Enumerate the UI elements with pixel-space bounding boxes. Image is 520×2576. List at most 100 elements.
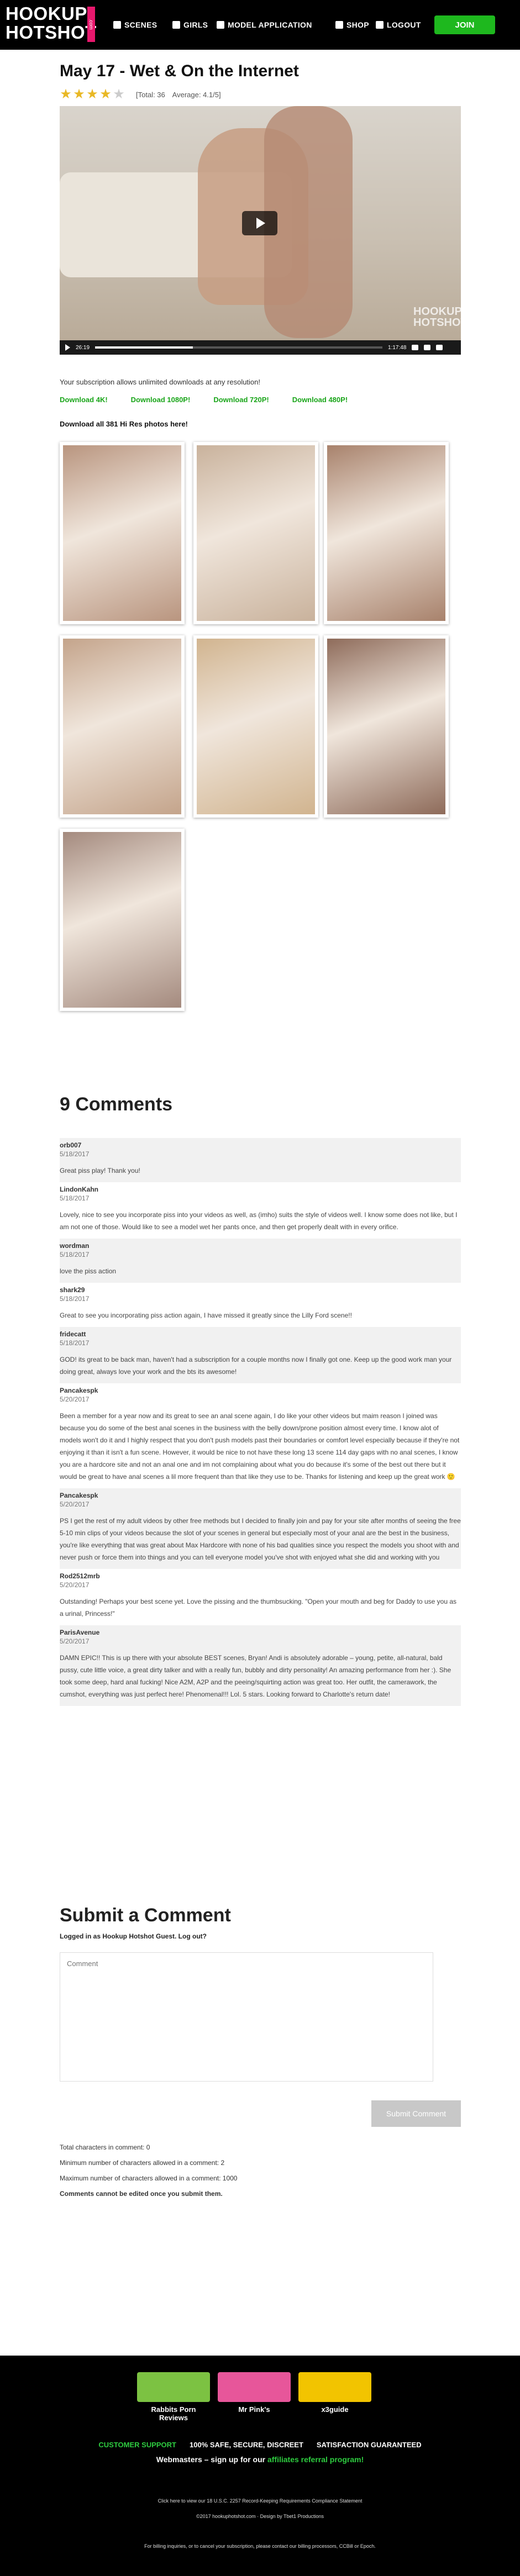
compliance-link[interactable]: Click here to view our 18 U.S.C. 2257 Re…	[0, 2498, 520, 2504]
comment-text: Lovely, nice to see you incorporate piss…	[60, 1211, 458, 1231]
comment-text: Been a member for a year now and its gre…	[60, 1412, 460, 1481]
nav-girls[interactable]: GIRLS	[172, 19, 208, 31]
join-button-label: JOIN	[455, 20, 475, 30]
gallery-photo[interactable]	[193, 442, 318, 624]
partner-badges: Rabbits Porn Reviews Mr Pink's x3guide	[137, 2372, 379, 2422]
comment-item: wordman 5/18/2017 love the piss action	[60, 1239, 461, 1283]
comments-title: 9 Comments	[60, 1094, 173, 1115]
fullscreen-icon[interactable]	[436, 345, 443, 350]
rating-average: Average: 4.1/5]	[172, 90, 221, 99]
affiliates-link[interactable]: affiliates referral program!	[267, 2455, 364, 2464]
video-watermark-line-1: HOOKUP	[413, 305, 461, 318]
submit-comment-title: Submit a Comment	[60, 1905, 231, 1926]
join-button[interactable]: JOIN	[434, 15, 495, 34]
gallery-photo[interactable]	[193, 635, 318, 818]
comment-date: 5/20/2017	[60, 1395, 90, 1403]
gallery-photo[interactable]	[60, 829, 185, 1011]
rating-summary: [Total: 36 Average: 4.1/5]	[136, 91, 227, 99]
logged-in-note[interactable]: Logged in as Hookup Hotshot Guest. Log o…	[60, 1932, 207, 1940]
download-photos-link[interactable]: Download all 381 Hi Res photos here!	[60, 420, 188, 428]
rating-total: [Total: 36	[136, 90, 165, 99]
customer-support-link[interactable]: CUSTOMER SUPPORT	[98, 2441, 176, 2449]
gallery-photo[interactable]	[60, 442, 185, 624]
rating-stars[interactable]: ★ ★ ★ ★ ★	[60, 88, 126, 101]
nav-shop-label: SHOP	[346, 20, 369, 29]
nav-scenes[interactable]: SCENES	[113, 19, 157, 31]
nav-scenes-label: SCENES	[124, 20, 157, 29]
comment-item: shark29 5/18/2017 Great to see you incorpo…	[60, 1283, 461, 1327]
video-player[interactable]: HOOKUP HOTSHOT 26:19 1:17:48	[60, 106, 461, 355]
trust-line: CUSTOMER SUPPORT 100% SAFE, SECURE, DISC…	[0, 2441, 520, 2449]
star-icon[interactable]: ★	[113, 88, 125, 101]
settings-icon[interactable]	[424, 345, 431, 350]
photo-image	[63, 832, 181, 1008]
submit-comment-button[interactable]: Submit Comment	[371, 2100, 461, 2127]
star-icon[interactable]: ★	[86, 88, 98, 101]
logo-dotcom: .com	[87, 7, 95, 42]
comment-date: 5/18/2017	[60, 1339, 90, 1347]
play-overlay-button[interactable]	[242, 211, 277, 235]
comment-rules: Total characters in comment: 0 Minimum n…	[60, 2143, 237, 2205]
gallery-photo[interactable]	[324, 442, 449, 624]
site-logo[interactable]: HOOKUP HOTSHOT .com	[6, 3, 96, 45]
partner-badge[interactable]: Rabbits Porn Reviews	[137, 2372, 210, 2422]
nav-logout[interactable]: LOGOUT	[376, 19, 421, 31]
download-1080p-link[interactable]: Download 1080P!	[131, 396, 191, 404]
footer: Rabbits Porn Reviews Mr Pink's x3guide CUS…	[0, 2356, 520, 2576]
star-icon[interactable]: ★	[99, 88, 112, 101]
star-icon[interactable]: ★	[60, 88, 72, 101]
volume-icon[interactable]	[412, 345, 419, 350]
comment-author: shark29	[60, 1286, 85, 1294]
comment-item: ParisAvenue 5/20/2017 DAMN EPIC!! This is …	[60, 1625, 461, 1706]
comment-author: Pancakespk	[60, 1492, 98, 1499]
download-480p-link[interactable]: Download 480P!	[292, 396, 348, 404]
star-rating[interactable]: ★ ★ ★ ★ ★ [Total: 36 Average: 4.1/5]	[60, 88, 227, 101]
partner-logo	[137, 2372, 210, 2402]
gallery-photo[interactable]	[60, 635, 185, 818]
logout-icon	[376, 21, 384, 29]
partner-label: x3guide	[321, 2405, 349, 2414]
comment-item: orb007 5/18/2017 Great piss play! Thank yo…	[60, 1138, 461, 1182]
film-icon	[113, 21, 121, 29]
comment-text: Outstanding! Perhaps your best scene yet…	[60, 1598, 457, 1618]
comment-textarea[interactable]	[60, 1952, 433, 2082]
logo-line-1: HOOKUP	[6, 3, 87, 24]
comment-date: 5/18/2017	[60, 1251, 90, 1258]
photo-image	[63, 639, 181, 814]
comment-item: LindonKahn 5/18/2017 Lovely, nice to see y…	[60, 1182, 461, 1239]
satisfaction-label: SATISFACTION GUARANTEED	[316, 2441, 422, 2449]
nav-shop[interactable]: SHOP	[335, 19, 369, 31]
video-frame-figure-2	[264, 106, 353, 338]
camera-icon	[217, 21, 224, 29]
progress-bar[interactable]	[95, 346, 383, 349]
heart-icon	[172, 21, 180, 29]
min-characters: Minimum number of characters allowed in …	[60, 2159, 225, 2167]
comment-text: Great to see you incorporating piss acti…	[60, 1311, 352, 1319]
top-navigation-bar: HOOKUP HOTSHOT .com SCENES GIRLS MODEL A…	[0, 0, 520, 50]
comment-date: 5/20/2017	[60, 1637, 90, 1645]
download-720p-link[interactable]: Download 720P!	[213, 396, 269, 404]
partner-badge[interactable]: Mr Pink's	[218, 2372, 291, 2422]
comment-item: Pancakespk 5/20/2017 Been a member for a y…	[60, 1383, 461, 1488]
gallery-photo[interactable]	[324, 635, 449, 818]
comment-author: Rod2512mrb	[60, 1572, 100, 1580]
comment-author: orb007	[60, 1141, 82, 1149]
comment-text: PS I get the rest of my adult videos by …	[60, 1517, 461, 1561]
nav-model-application-label: MODEL APPLICATION	[228, 20, 312, 29]
comment-author: LindonKahn	[60, 1186, 98, 1193]
star-icon[interactable]: ★	[73, 88, 85, 101]
edit-note: Comments cannot be edited once you submi…	[60, 2190, 223, 2198]
photo-image	[327, 639, 445, 814]
video-watermark-line-2: HOTSHOT	[413, 317, 461, 329]
play-icon[interactable]	[65, 344, 70, 351]
video-controls: 26:19 1:17:48	[60, 340, 461, 355]
comment-list: orb007 5/18/2017 Great piss play! Thank yo…	[60, 1138, 461, 1706]
partner-badge[interactable]: x3guide	[298, 2372, 371, 2422]
nav-model-application[interactable]: MODEL APPLICATION	[217, 19, 312, 31]
comment-text: DAMN EPIC!! This is up there with your a…	[60, 1654, 451, 1698]
comment-text: Great piss play! Thank you!	[60, 1167, 140, 1174]
video-watermark: HOOKUP HOTSHOT	[413, 306, 461, 328]
comment-item: Rod2512mrb 5/20/2017 Outstanding! Perhaps …	[60, 1569, 461, 1625]
webmasters-prefix: Webmasters – sign up for our	[156, 2455, 266, 2464]
download-4k-link[interactable]: Download 4K!	[60, 396, 108, 404]
